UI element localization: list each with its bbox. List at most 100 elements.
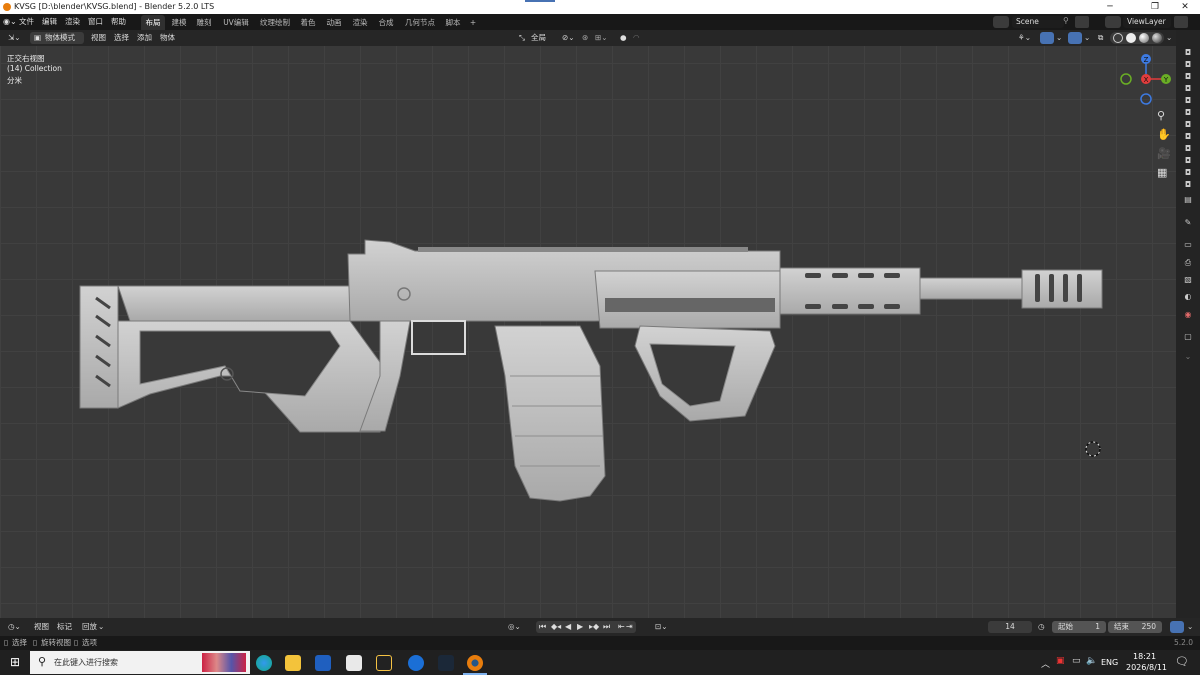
menu-window[interactable]: 窗口 [88, 14, 103, 30]
output-properties-icon[interactable]: ⎙ [1181, 258, 1195, 267]
pivot-point-icon[interactable]: ⊘⌄ [562, 32, 575, 44]
tray-expand-icon[interactable]: ︿ [1041, 657, 1050, 670]
camera-icon-7[interactable]: ◘ [1181, 120, 1195, 129]
next-keyframe-icon[interactable]: ▸◆ [589, 621, 599, 633]
timeline-menu-view[interactable]: 视图 [34, 621, 49, 633]
3d-viewport[interactable]: 正交右视图 (14) Collection 分米 Z Y X ⚲ ✋ 🎥 ▦ [0, 46, 1176, 618]
proportional-edit-icon[interactable]: ● [620, 32, 627, 44]
timeline-menu-markers[interactable]: 标记 [57, 621, 72, 633]
more-icon[interactable]: ⌄ [1181, 352, 1195, 361]
playback-dropdown-icon[interactable]: ⌄ [98, 621, 104, 633]
tab-shading[interactable]: 着色 [297, 15, 319, 30]
mail-icon[interactable] [315, 655, 331, 671]
editor-type-icon[interactable]: ⇲⌄ [8, 32, 21, 44]
scene-name-field[interactable]: Scene [1012, 16, 1064, 28]
visibility-icon[interactable]: ⚘⌄ [1018, 32, 1031, 44]
qq-icon[interactable] [376, 655, 392, 671]
minimize-button[interactable]: ─ [1095, 0, 1125, 14]
maximize-button[interactable]: ❐ [1140, 0, 1170, 14]
transform-orientation-dropdown[interactable]: 全局 [531, 32, 546, 44]
tab-geometry-nodes[interactable]: 几何节点 [402, 15, 438, 30]
world-properties-icon[interactable]: ◉ [1181, 310, 1195, 319]
clock-time[interactable]: 18:21 [1133, 652, 1156, 661]
next-marker-icon[interactable]: ⇥ [626, 621, 633, 633]
camera-icon-9[interactable]: ◘ [1181, 144, 1195, 153]
timeline-settings-icon[interactable] [1170, 621, 1184, 633]
camera-icon-6[interactable]: ◘ [1181, 108, 1195, 117]
tab-sculpt[interactable]: 雕刻 [193, 15, 215, 30]
rendered-shading-icon[interactable] [1152, 33, 1162, 43]
snap-icon[interactable]: ⊛ [582, 32, 588, 44]
blender-menu-icon[interactable]: ◉⌄ [3, 14, 17, 30]
scene-properties-icon[interactable]: ◐ [1181, 292, 1195, 301]
tab-scripting[interactable]: 脚本 [442, 15, 464, 30]
view-layer-name-field[interactable]: ViewLayer [1123, 16, 1171, 28]
windows-start-icon[interactable]: ⊞ [10, 655, 20, 669]
transform-orientation-icon[interactable]: ⤡ [519, 32, 525, 44]
taskbar-search-box[interactable]: ⚲ 在此键入进行搜索 [30, 651, 250, 674]
play-reverse-icon[interactable]: ◀ [565, 621, 571, 633]
wireframe-shading-icon[interactable] [1113, 33, 1123, 43]
material-preview-icon[interactable] [1139, 33, 1149, 43]
notification-icon[interactable]: 🗨 [1175, 655, 1189, 668]
timeline-editor-icon[interactable]: ◷⌄ [8, 621, 21, 633]
tab-animation[interactable]: 动画 [323, 15, 345, 30]
menu-file[interactable]: 文件 [19, 14, 34, 30]
shading-dropdown-icon[interactable]: ⌄ [1166, 32, 1172, 44]
gun-model[interactable] [0, 46, 1176, 618]
tab-texture-paint[interactable]: 纹理绘制 [257, 15, 293, 30]
timeline-menu-playback[interactable]: 回放 [82, 621, 97, 633]
falloff-icon[interactable]: ◠ [633, 32, 640, 44]
menu-add[interactable]: 添加 [137, 32, 152, 44]
new-view-layer-icon[interactable] [1174, 16, 1188, 28]
new-scene-icon[interactable] [1075, 16, 1089, 28]
steam-icon[interactable] [438, 655, 454, 671]
store-icon[interactable] [346, 655, 362, 671]
view-layer-properties-icon[interactable]: ▧ [1181, 275, 1195, 284]
pin-icon[interactable]: ⚲ [1063, 16, 1069, 25]
camera-icon-1[interactable]: ◘ [1181, 48, 1195, 57]
solid-shading-icon[interactable] [1126, 33, 1136, 43]
render-properties-icon[interactable]: ▭ [1181, 240, 1195, 249]
camera-icon-3[interactable]: ◘ [1181, 72, 1195, 81]
menu-render[interactable]: 渲染 [65, 14, 80, 30]
camera-icon-11[interactable]: ◘ [1181, 168, 1195, 177]
prev-keyframe-icon[interactable]: ◆◂ [551, 621, 561, 633]
auto-keying-icon[interactable]: ◎⌄ [508, 621, 521, 633]
keying-set-icon[interactable]: ⊡⌄ [655, 621, 668, 633]
camera-icon-2[interactable]: ◘ [1181, 60, 1195, 69]
end-frame-field[interactable]: 结束 250 [1108, 621, 1162, 633]
jump-start-icon[interactable]: ⏮ [539, 621, 546, 633]
mode-dropdown[interactable]: ▣ 物体模式 [30, 32, 84, 44]
play-icon[interactable]: ▶ [577, 621, 583, 633]
tab-compositing[interactable]: 合成 [375, 15, 397, 30]
tray-app-icon[interactable]: ▣ [1056, 656, 1065, 666]
jump-end-icon[interactable]: ⏭ [603, 621, 610, 633]
language-indicator[interactable]: ENG [1101, 658, 1118, 667]
tray-display-icon[interactable]: ▭ [1072, 656, 1081, 666]
clock-icon[interactable]: ◷ [1038, 621, 1045, 633]
gizmo-toggle-icon[interactable] [1040, 32, 1054, 44]
clock-date[interactable]: 2026/8/11 [1126, 663, 1167, 672]
xray-icon[interactable]: ⧉ [1098, 32, 1103, 44]
menu-help[interactable]: 帮助 [111, 14, 126, 30]
close-button[interactable]: ✕ [1170, 0, 1200, 14]
camera-icon-4[interactable]: ◘ [1181, 84, 1195, 93]
camera-icon-5[interactable]: ◘ [1181, 96, 1195, 105]
menu-select[interactable]: 选择 [114, 32, 129, 44]
menu-object[interactable]: 物体 [160, 32, 175, 44]
edge-browser-icon[interactable] [256, 655, 272, 671]
view-layer-icon[interactable] [1105, 16, 1121, 28]
tab-uv-editing[interactable]: UV编辑 [219, 15, 253, 30]
tab-rendering[interactable]: 渲染 [349, 15, 371, 30]
app-icon-blue[interactable] [408, 655, 424, 671]
start-frame-field[interactable]: 起始 1 [1052, 621, 1106, 633]
properties-editor-icon[interactable]: ▤ [1181, 195, 1195, 204]
prev-marker-icon[interactable]: ⇤ [618, 621, 625, 633]
file-explorer-icon[interactable] [285, 655, 301, 671]
gizmo-dropdown-icon[interactable]: ⌄ [1056, 32, 1062, 44]
camera-icon-12[interactable]: ◘ [1181, 180, 1195, 189]
menu-view[interactable]: 视图 [91, 32, 106, 44]
overlay-toggle-icon[interactable] [1068, 32, 1082, 44]
timeline-settings-dropdown[interactable]: ⌄ [1187, 621, 1193, 633]
